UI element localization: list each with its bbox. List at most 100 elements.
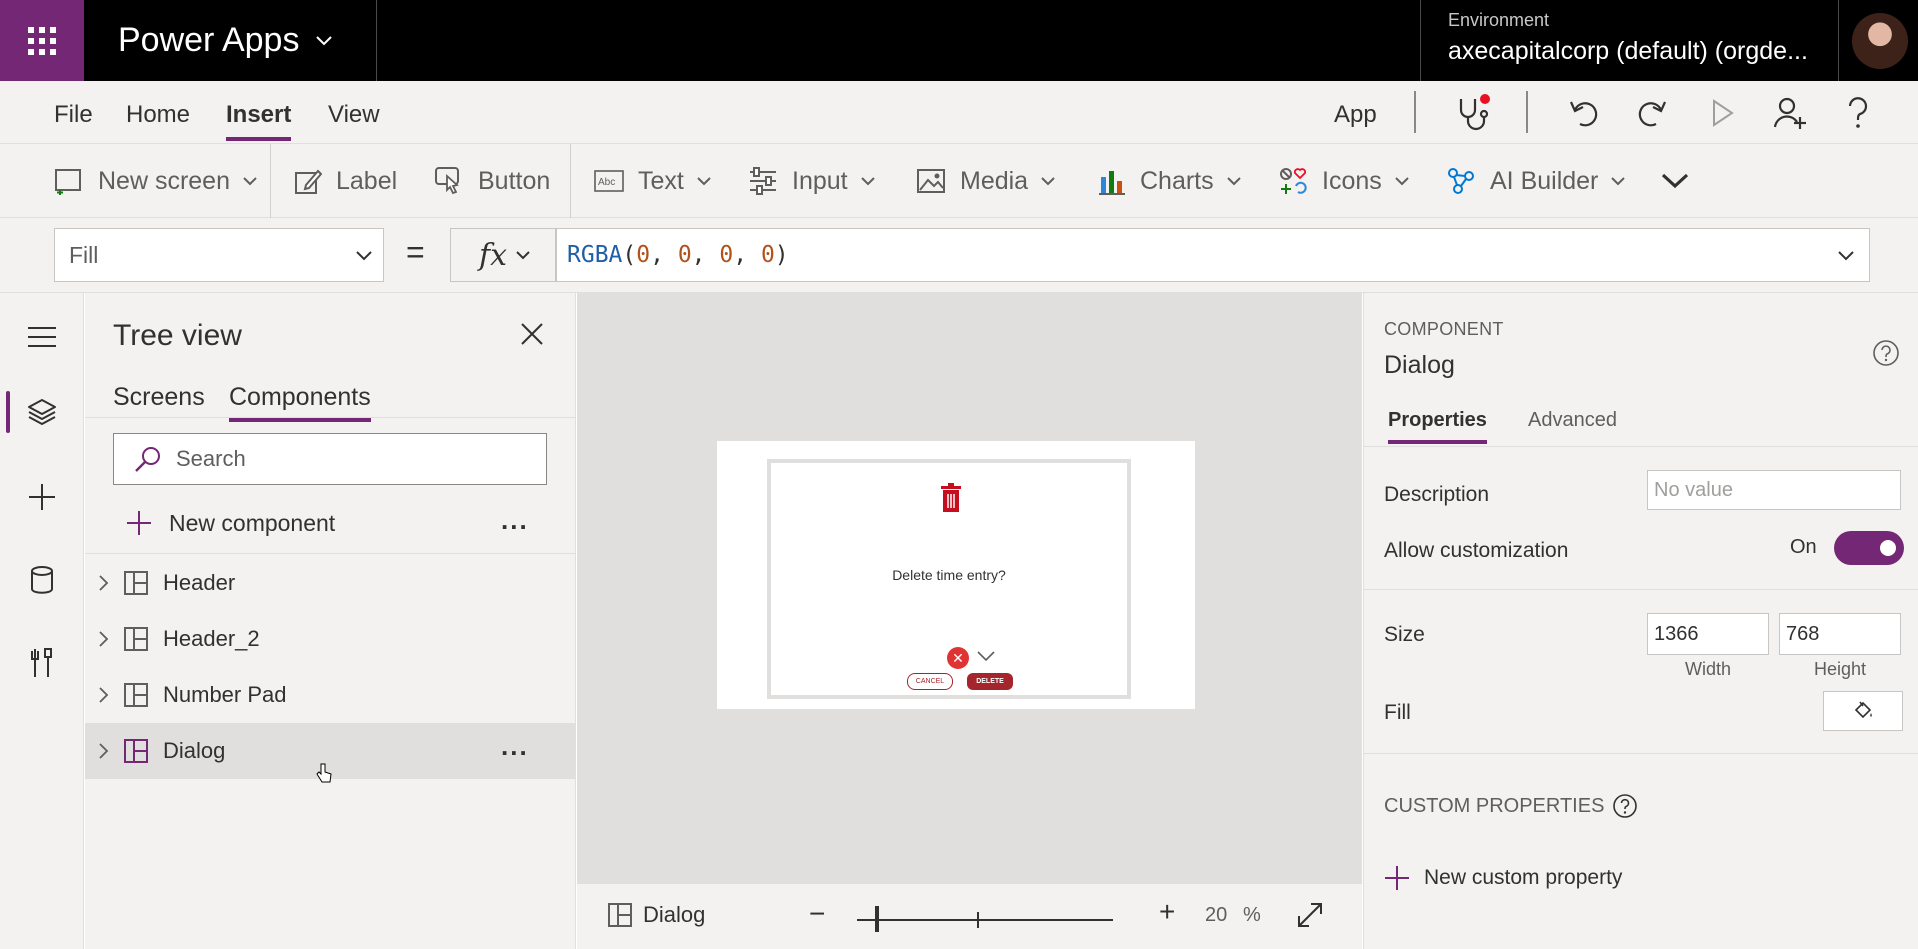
chevron-down-icon [515, 250, 531, 260]
redo-icon[interactable] [1632, 93, 1672, 133]
label-button[interactable]: Label [294, 144, 397, 218]
new-custom-property-label: New custom property [1424, 866, 1623, 889]
dialog-component[interactable]: Delete time entry? ✕ CANCEL DELETE [767, 459, 1131, 699]
chevron-down-icon [315, 35, 333, 47]
dialog-message: Delete time entry? [892, 567, 1006, 583]
ai-builder-icon [1446, 166, 1476, 196]
help-icon[interactable] [1604, 793, 1638, 819]
formula-arg: 0 [677, 242, 692, 268]
database-icon[interactable] [0, 550, 84, 610]
zoom-in-button[interactable]: + [1159, 896, 1175, 928]
divider [1526, 91, 1528, 133]
fill-label: Fill [1384, 701, 1411, 724]
text-menu[interactable]: Abc Text [594, 144, 712, 218]
tab-properties[interactable]: Properties [1388, 409, 1487, 444]
tab-screens[interactable]: Screens [113, 383, 205, 412]
fit-to-screen-icon[interactable] [1295, 900, 1325, 930]
hamburger-icon[interactable] [0, 307, 84, 367]
property-dropdown[interactable]: Fill [54, 228, 384, 282]
component-icon [123, 626, 149, 652]
component-icon [123, 570, 149, 596]
chevron-right-icon[interactable] [97, 742, 109, 760]
tree-item-header[interactable]: Header [85, 555, 576, 611]
icons-icon [1278, 166, 1308, 196]
menu-file[interactable]: File [54, 101, 93, 129]
new-screen-button[interactable]: New screen [54, 144, 258, 218]
menu-insert[interactable]: Insert [226, 101, 292, 141]
more-options-button[interactable]: ... [501, 505, 529, 536]
formula-input[interactable]: RGBA(0, 0, 0, 0) [556, 228, 1870, 282]
tools-icon[interactable] [0, 633, 84, 693]
top-bar: Power Apps Environment axecapitalcorp (d… [0, 0, 1918, 81]
tree-item-label: Header_2 [163, 626, 260, 651]
play-icon[interactable] [1702, 93, 1742, 133]
design-canvas[interactable]: Delete time entry? ✕ CANCEL DELETE [577, 293, 1362, 883]
text-menu-label: Text [638, 166, 684, 195]
app-settings-button[interactable]: App [1334, 101, 1377, 129]
avatar[interactable] [1852, 13, 1908, 69]
new-component-button[interactable]: New component [125, 501, 335, 545]
dialog-delete-button[interactable]: DELETE [967, 673, 1013, 690]
formula-sep: , [733, 242, 761, 268]
width-caption: Width [1684, 659, 1731, 679]
zoom-slider-thumb[interactable] [875, 906, 879, 932]
waffle-icon[interactable] [0, 0, 84, 81]
description-field[interactable]: No value [1647, 470, 1901, 510]
width-field[interactable]: 1366 [1647, 613, 1769, 655]
chevron-right-icon[interactable] [97, 574, 109, 592]
close-circle-icon[interactable]: ✕ [947, 647, 969, 669]
new-component-label: New component [169, 509, 336, 536]
divider [1838, 0, 1839, 81]
tree-item-header-2[interactable]: Header_2 [85, 611, 576, 667]
height-caption: Height [1813, 659, 1867, 679]
tab-advanced[interactable]: Advanced [1528, 409, 1617, 432]
undo-icon[interactable] [1564, 93, 1604, 133]
formula-paren: ) [774, 242, 789, 268]
plus-icon[interactable] [0, 467, 84, 527]
environment-picker[interactable]: Environment axecapitalcorp (default) (or… [1448, 10, 1808, 66]
button-button[interactable]: Button [434, 144, 550, 218]
chevron-right-icon[interactable] [97, 686, 109, 704]
menu-bar: File Home Insert View App [0, 81, 1918, 144]
formula-arg: 0 [760, 242, 775, 268]
input-menu-label: Input [792, 166, 848, 195]
stethoscope-icon[interactable] [1452, 93, 1492, 133]
help-icon[interactable] [1838, 93, 1878, 133]
allow-customization-toggle[interactable] [1834, 531, 1904, 565]
dialog-cancel-button[interactable]: CANCEL [907, 673, 953, 690]
function-picker[interactable]: fx [450, 228, 556, 282]
close-icon[interactable] [517, 319, 547, 349]
ai-builder-menu[interactable]: AI Builder [1446, 144, 1626, 218]
height-field[interactable]: 768 [1779, 613, 1901, 655]
zoom-out-button[interactable]: − [809, 898, 825, 930]
chevron-right-icon[interactable] [97, 630, 109, 648]
component-artboard[interactable]: Delete time entry? ✕ CANCEL DELETE [717, 441, 1195, 709]
chevron-down-icon[interactable] [1835, 245, 1857, 267]
media-menu[interactable]: Media [916, 144, 1056, 218]
add-user-icon[interactable] [1770, 93, 1810, 133]
label-button-label: Label [336, 166, 398, 195]
svg-text:Abc: Abc [598, 177, 615, 188]
current-component[interactable]: Dialog [607, 902, 705, 928]
more-options-button[interactable]: ... [501, 731, 529, 762]
new-screen-label: New screen [98, 166, 230, 195]
help-icon[interactable] [1872, 339, 1900, 367]
expand-ribbon-button[interactable] [1660, 144, 1690, 218]
search-input[interactable]: Search [113, 433, 547, 485]
icons-menu[interactable]: Icons [1278, 144, 1410, 218]
property-value: Fill [69, 241, 99, 268]
layers-icon[interactable] [0, 382, 84, 442]
chevron-down-icon[interactable] [976, 649, 996, 663]
menu-home[interactable]: Home [126, 101, 190, 129]
app-switcher[interactable]: Power Apps [118, 0, 333, 81]
tree-item-number-pad[interactable]: Number Pad [85, 667, 576, 723]
custom-properties-title: CUSTOM PROPERTIES [1384, 794, 1605, 817]
chevron-down-icon [1660, 171, 1690, 191]
menu-view[interactable]: View [328, 101, 380, 129]
tab-components[interactable]: Components [229, 383, 371, 422]
input-menu[interactable]: Input [748, 144, 876, 218]
fill-color-picker[interactable] [1823, 691, 1903, 731]
new-custom-property-button[interactable]: New custom property [1384, 865, 1622, 891]
zoom-slider[interactable] [857, 919, 1113, 921]
charts-menu[interactable]: Charts [1098, 144, 1242, 218]
